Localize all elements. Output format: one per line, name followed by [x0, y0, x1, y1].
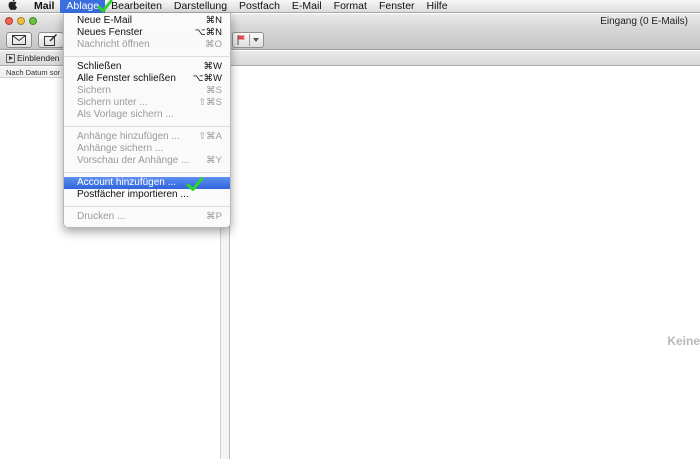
- menu-format[interactable]: Format: [328, 0, 373, 13]
- get-mail-button[interactable]: [6, 32, 32, 48]
- check-mark-icon: [97, 0, 113, 13]
- dropdown-arrow-icon: [253, 38, 259, 42]
- menu-item-close[interactable]: Schließen ⌘W: [64, 61, 230, 73]
- menu-separator: [64, 126, 230, 127]
- menu-item-save-as-template: Als Vorlage sichern ...: [77, 109, 174, 120]
- menu-item-save-attachments: Anhänge sichern ...: [77, 143, 164, 154]
- close-window-button[interactable]: [5, 17, 13, 25]
- menu-bearbeiten[interactable]: Bearbeiten: [105, 0, 168, 13]
- window-controls: [5, 17, 37, 25]
- flag-icon: [237, 35, 245, 45]
- menu-separator: [64, 172, 230, 173]
- new-message-button[interactable]: [38, 32, 64, 48]
- minimize-window-button[interactable]: [17, 17, 25, 25]
- message-viewer: Keine: [231, 67, 700, 459]
- menu-item-close-all[interactable]: Alle Fenster schließen ⌥⌘W: [64, 73, 230, 85]
- menu-hilfe[interactable]: Hilfe: [421, 0, 454, 13]
- menu-item-add-account[interactable]: Account hinzufügen ...: [64, 177, 230, 189]
- show-mailboxes-label: Einblenden: [17, 53, 60, 63]
- menu-email[interactable]: E-Mail: [286, 0, 328, 13]
- menu-postfach[interactable]: Postfach: [233, 0, 286, 13]
- menu-darstellung[interactable]: Darstellung: [168, 0, 233, 13]
- menu-item-add-attachments: Anhänge hinzufügen ... ⇧⌘A: [77, 131, 222, 142]
- menu-item-open-message: Nachricht öffnen ⌘O: [77, 39, 222, 50]
- menu-item-new-email[interactable]: Neue E-Mail ⌘N: [64, 15, 230, 27]
- window-title: Eingang (0 E-Mails): [600, 16, 688, 27]
- show-mailboxes-button[interactable]: Einblenden: [6, 53, 60, 63]
- menu-fenster[interactable]: Fenster: [373, 0, 421, 13]
- disclosure-triangle-icon: [6, 53, 15, 63]
- menu-app-mail[interactable]: Mail: [26, 0, 60, 13]
- menu-item-print: Drucken ... ⌘P: [77, 211, 222, 222]
- menu-item-new-window[interactable]: Neues Fenster ⌥⌘N: [64, 27, 230, 39]
- apple-icon[interactable]: [0, 0, 26, 13]
- no-message-label: Keine: [667, 334, 700, 348]
- menu-item-save-as: Sichern unter ... ⇧⌘S: [77, 97, 222, 108]
- new-message-icon: [44, 34, 58, 46]
- compose-icon: [12, 35, 26, 45]
- check-mark-icon: [186, 177, 204, 191]
- file-menu-dropdown: Neue E-Mail ⌘N Neues Fenster ⌥⌘N Nachric…: [63, 13, 231, 228]
- menu-separator: [64, 206, 230, 207]
- flag-button[interactable]: [232, 32, 264, 48]
- menu-item-save: Sichern ⌘S: [77, 85, 222, 96]
- menu-item-preview-attachments: Vorschau der Anhänge ... ⌘Y: [77, 155, 222, 166]
- menu-item-import-mailboxes[interactable]: Postfächer importieren ...: [64, 189, 230, 201]
- zoom-window-button[interactable]: [29, 17, 37, 25]
- menu-separator: [64, 56, 230, 57]
